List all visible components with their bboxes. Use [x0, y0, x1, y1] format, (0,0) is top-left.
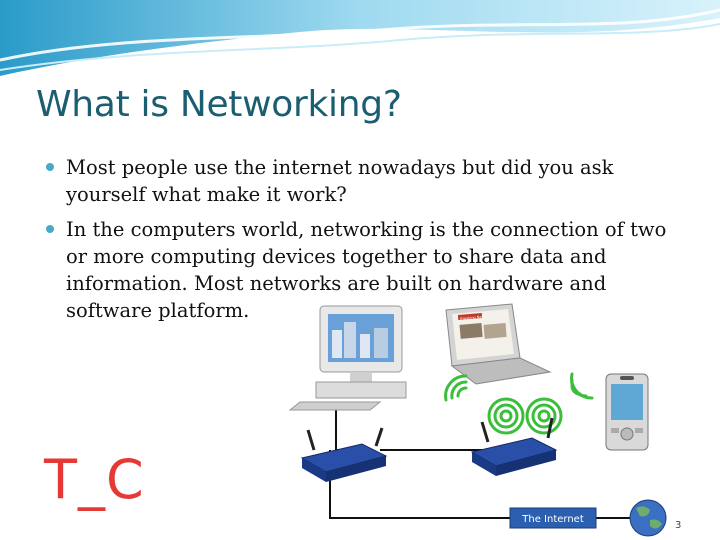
bullet-dot-icon: [46, 225, 54, 233]
internet-label-box: The Internet: [509, 507, 597, 529]
bullet-text: Most people use the internet nowadays bu…: [66, 156, 614, 206]
globe-icon: [629, 499, 667, 537]
bullet-dot-icon: [46, 163, 54, 171]
laptop-icon: Breaking News: [445, 303, 552, 385]
network-diagram: Breaking News The Internet: [288, 303, 667, 537]
page-number: 3: [675, 520, 682, 531]
desktop-computer-icon: [288, 305, 407, 411]
router-icon: [300, 427, 388, 482]
handheld-device-icon: [605, 373, 649, 451]
internet-label: The Internet: [521, 514, 584, 525]
bullet-item: Most people use the internet nowadays bu…: [44, 154, 684, 208]
header-wave-decoration: [0, 0, 720, 76]
presenter-logo: T_C: [44, 448, 145, 511]
slide-title: What is Networking?: [36, 84, 402, 125]
